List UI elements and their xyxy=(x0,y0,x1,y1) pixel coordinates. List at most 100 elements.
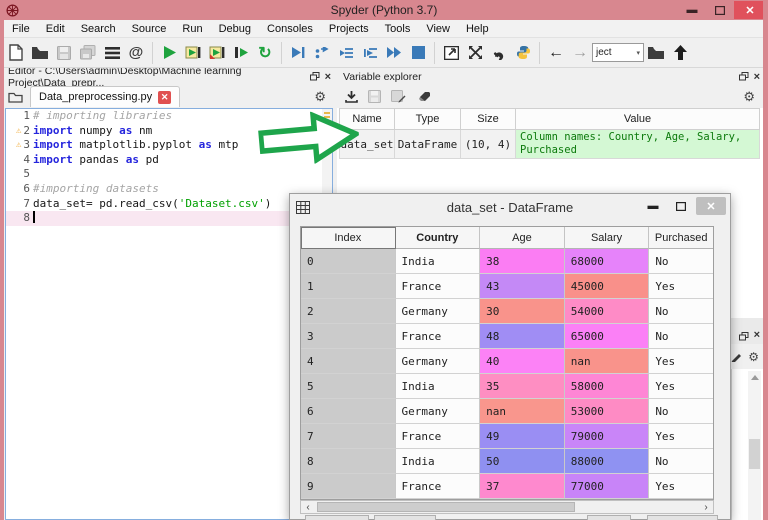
step-into-icon[interactable] xyxy=(334,41,358,65)
df-index-cell[interactable]: 7 xyxy=(301,424,396,449)
df-country-cell[interactable]: India xyxy=(396,249,481,274)
scroll-right-icon[interactable]: › xyxy=(699,501,713,513)
remove-variables-icon[interactable] xyxy=(416,91,431,102)
df-purchased-cell[interactable]: Yes xyxy=(649,349,713,374)
variable-column-value[interactable]: Value xyxy=(516,108,760,130)
df-country-cell[interactable]: Germany xyxy=(396,399,481,424)
menu-run[interactable]: Run xyxy=(174,21,210,37)
working-directory-combo[interactable]: ject ▾ xyxy=(592,43,644,62)
df-purchased-cell[interactable]: No xyxy=(649,324,713,349)
variable-row-data-set[interactable]: data_set DataFrame (10, 4) Column names:… xyxy=(339,130,761,159)
import-data-icon[interactable] xyxy=(345,90,358,103)
df-column-purchased[interactable]: Purchased xyxy=(649,227,713,249)
save-data-icon[interactable] xyxy=(368,90,381,103)
df-index-cell[interactable]: 6 xyxy=(301,399,396,424)
variable-size-cell[interactable]: (10, 4) xyxy=(461,130,516,159)
code-line-7[interactable]: 7data_set= pd.read_csv('Dataset.csv') xyxy=(6,197,332,212)
menu-tools[interactable]: Tools xyxy=(377,21,419,37)
df-index-cell[interactable]: 0 xyxy=(301,249,396,274)
symbol-finder-icon[interactable]: @ xyxy=(124,41,148,65)
code-line-6[interactable]: 6#importing datasets xyxy=(6,182,332,197)
horizontal-scrollbar[interactable]: ‹ › xyxy=(300,500,714,514)
df-purchased-cell[interactable]: No xyxy=(649,449,713,474)
df-age-cell[interactable]: 40 xyxy=(480,349,565,374)
df-age-cell[interactable]: 35 xyxy=(480,374,565,399)
menu-edit[interactable]: Edit xyxy=(38,21,73,37)
df-purchased-cell[interactable]: Yes xyxy=(649,474,713,499)
df-column-salary[interactable]: Salary xyxy=(565,227,650,249)
menu-debug[interactable]: Debug xyxy=(211,21,259,37)
df-age-cell[interactable]: nan xyxy=(480,399,565,424)
dialog-button-partial[interactable] xyxy=(587,515,631,520)
undock-icon[interactable] xyxy=(739,72,749,81)
minimize-icon[interactable]: ▬ xyxy=(678,1,706,19)
run-icon[interactable] xyxy=(157,41,181,65)
df-purchased-cell[interactable]: No xyxy=(649,399,713,424)
menu-search[interactable]: Search xyxy=(73,21,124,37)
df-country-cell[interactable]: Germany xyxy=(396,349,481,374)
df-column-index[interactable]: Index xyxy=(301,227,396,249)
save-data-as-icon[interactable] xyxy=(391,90,406,103)
menu-source[interactable]: Source xyxy=(124,21,175,37)
close-pane-icon[interactable]: × xyxy=(754,71,760,83)
df-age-cell[interactable]: 50 xyxy=(480,449,565,474)
variable-column-type[interactable]: Type xyxy=(395,108,461,130)
variable-value-cell[interactable]: Column names: Country, Age, Salary, Purc… xyxy=(516,130,760,159)
df-salary-cell[interactable]: 77000 xyxy=(565,474,650,499)
menu-help[interactable]: Help xyxy=(458,21,497,37)
df-country-cell[interactable]: France xyxy=(396,474,481,499)
step-over-icon[interactable] xyxy=(310,41,334,65)
run-cell-advance-icon[interactable] xyxy=(205,41,229,65)
new-file-icon[interactable] xyxy=(4,41,28,65)
df-age-cell[interactable]: 37 xyxy=(480,474,565,499)
df-country-cell[interactable]: Germany xyxy=(396,299,481,324)
code-line-8[interactable]: 8 xyxy=(6,211,332,226)
maximize-pane-icon[interactable] xyxy=(439,41,463,65)
maximize-icon[interactable] xyxy=(668,197,694,215)
df-country-cell[interactable]: India xyxy=(396,449,481,474)
tab-close-icon[interactable]: ✕ xyxy=(158,91,171,104)
df-age-cell[interactable]: 48 xyxy=(480,324,565,349)
dialog-button-partial[interactable] xyxy=(305,515,369,520)
maximize-icon[interactable] xyxy=(706,1,734,19)
forward-icon[interactable]: → xyxy=(568,41,592,65)
df-salary-cell[interactable]: 54000 xyxy=(565,299,650,324)
menu-view[interactable]: View xyxy=(418,21,458,37)
df-country-cell[interactable]: France xyxy=(396,424,481,449)
df-salary-cell[interactable]: 79000 xyxy=(565,424,650,449)
editor-options-gear-icon[interactable]: ⚙ xyxy=(314,89,326,105)
scroll-up-icon[interactable] xyxy=(748,371,761,383)
code-editor[interactable]: 1# importing libraries⚠2import numpy as … xyxy=(5,108,333,520)
df-index-cell[interactable]: 3 xyxy=(301,324,396,349)
df-column-country[interactable]: Country xyxy=(396,227,481,249)
scrollbar-thumb[interactable] xyxy=(749,439,760,469)
df-country-cell[interactable]: France xyxy=(396,274,481,299)
df-purchased-cell[interactable]: Yes xyxy=(649,274,713,299)
df-index-cell[interactable]: 2 xyxy=(301,299,396,324)
code-line-5[interactable]: 5 xyxy=(6,167,332,182)
vertical-scrollbar[interactable] xyxy=(748,371,761,520)
df-salary-cell[interactable]: 65000 xyxy=(565,324,650,349)
browse-tabs-icon[interactable] xyxy=(4,85,26,109)
df-salary-cell[interactable]: 53000 xyxy=(565,399,650,424)
df-age-cell[interactable]: 43 xyxy=(480,274,565,299)
python-logo-icon[interactable] xyxy=(511,41,535,65)
df-index-cell[interactable]: 5 xyxy=(301,374,396,399)
options-gear-icon[interactable]: ⚙ xyxy=(748,350,759,364)
df-purchased-cell[interactable]: Yes xyxy=(649,424,713,449)
variable-explorer-gear-icon[interactable]: ⚙ xyxy=(743,89,755,105)
df-salary-cell[interactable]: nan xyxy=(565,349,650,374)
dataframe-viewer-titlebar[interactable]: data_set - DataFrame ▬ ✕ xyxy=(290,194,730,220)
file-switcher-icon[interactable] xyxy=(100,41,124,65)
menu-consoles[interactable]: Consoles xyxy=(259,21,321,37)
df-column-age[interactable]: Age xyxy=(480,227,565,249)
df-country-cell[interactable]: India xyxy=(396,374,481,399)
undock-icon[interactable] xyxy=(739,332,749,341)
step-return-icon[interactable] xyxy=(358,41,382,65)
save-all-icon[interactable] xyxy=(76,41,100,65)
browse-directory-icon[interactable] xyxy=(644,41,668,65)
df-index-cell[interactable]: 9 xyxy=(301,474,396,499)
dialog-button-partial[interactable] xyxy=(647,515,718,520)
df-index-cell[interactable]: 4 xyxy=(301,349,396,374)
df-country-cell[interactable]: France xyxy=(396,324,481,349)
